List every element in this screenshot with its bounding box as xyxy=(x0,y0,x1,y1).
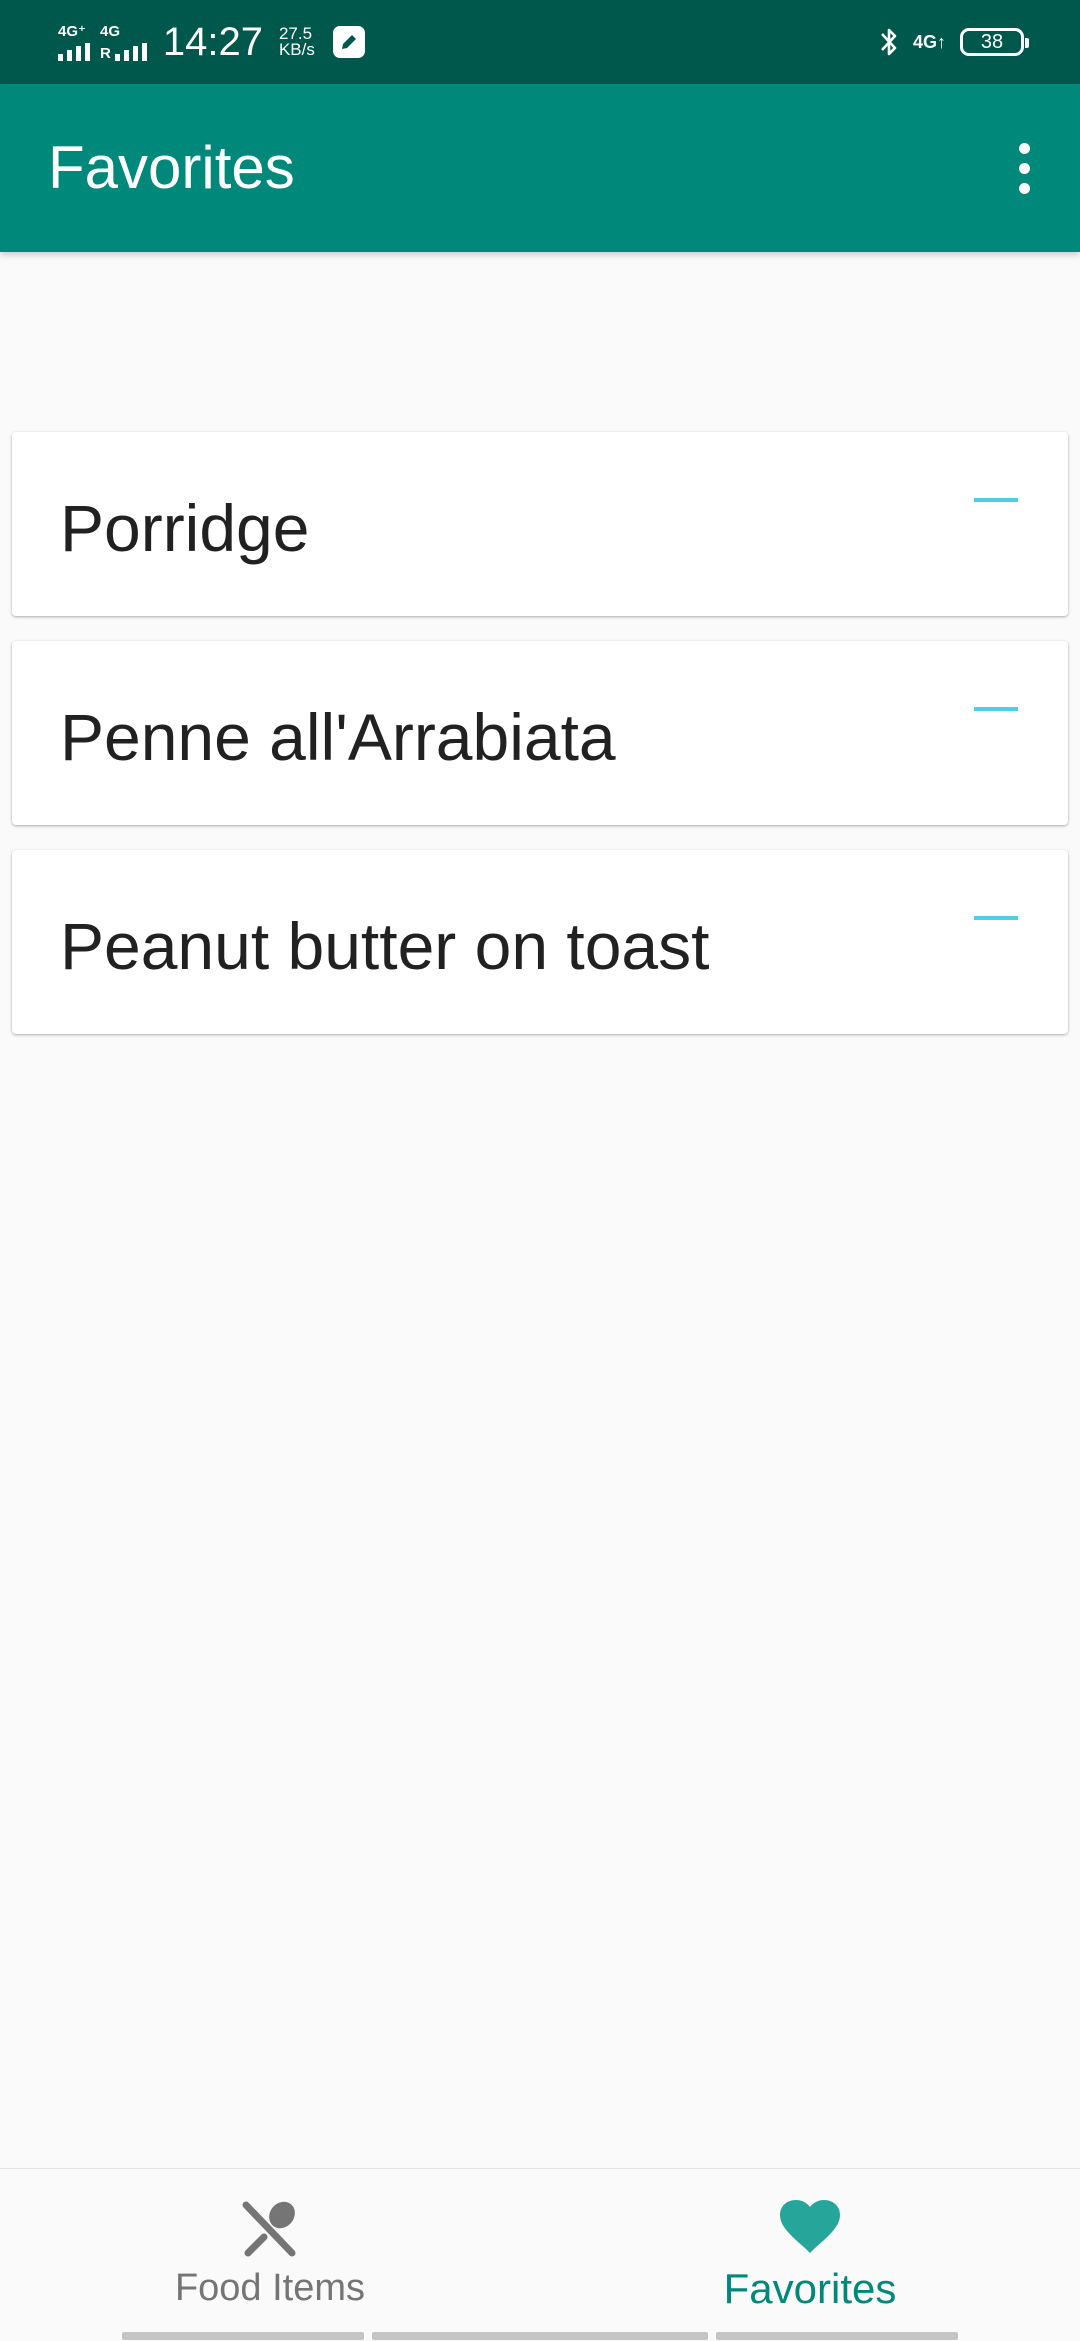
nav-item-food-items[interactable]: Food Items xyxy=(0,2169,540,2341)
speed-unit: KB/s xyxy=(278,40,315,59)
nav-label-favorites: Favorites xyxy=(723,2265,897,2312)
more-vert-icon[interactable] xyxy=(988,130,1060,206)
utensils-icon xyxy=(242,2201,296,2257)
clock: 14:27 xyxy=(162,19,263,64)
list-item[interactable]: Peanut butter on toast xyxy=(12,850,1068,1034)
sim2-roaming-label: R xyxy=(100,44,111,62)
bottom-navigation: Food Items Favorites xyxy=(0,2168,1080,2340)
edit-notification-icon xyxy=(332,26,365,58)
favorite-name: Peanut butter on toast xyxy=(60,909,710,983)
list-item[interactable]: Penne all'Arrabiata xyxy=(12,641,1068,825)
remove-icon[interactable] xyxy=(974,492,1018,508)
heart-icon xyxy=(780,2200,840,2253)
sim1-label: 4G⁺ xyxy=(58,22,86,40)
gesture-bar-right xyxy=(716,2332,958,2340)
battery-level: 38 xyxy=(980,31,1004,53)
app-bar: Favorites xyxy=(0,84,1080,252)
remove-icon[interactable] xyxy=(974,910,1018,926)
sim2-label: 4G xyxy=(100,22,121,40)
gesture-bar-center xyxy=(372,2332,708,2340)
gesture-bar-left xyxy=(122,2332,364,2340)
network-type: 4G↑ xyxy=(912,31,946,52)
status-left: 4G⁺ 4G R 14:27 27.5 KB/s xyxy=(58,0,365,84)
nav-label-food-items: Food Items xyxy=(174,2267,366,2309)
network-speed: 27.5 KB/s xyxy=(278,25,315,59)
page-title: Favorites xyxy=(48,134,295,201)
list-item[interactable]: Porridge xyxy=(12,432,1068,616)
favorites-list: Porridge Penne all'Arrabiata Peanut butt… xyxy=(12,432,1068,1059)
status-bar: 4G⁺ 4G R 14:27 27.5 KB/s 4G↑ 38 xyxy=(0,0,1080,84)
sim2-signal-icon: 4G R xyxy=(100,24,147,61)
bluetooth-icon xyxy=(881,28,897,56)
favorite-name: Penne all'Arrabiata xyxy=(60,700,616,774)
sim1-signal-icon: 4G⁺ xyxy=(58,24,90,61)
battery-icon: 38 xyxy=(960,28,1029,56)
status-right: 4G↑ 38 xyxy=(879,0,1029,84)
favorite-name: Porridge xyxy=(60,491,310,565)
remove-icon[interactable] xyxy=(974,701,1018,717)
nav-item-favorites[interactable]: Favorites xyxy=(540,2169,1080,2341)
